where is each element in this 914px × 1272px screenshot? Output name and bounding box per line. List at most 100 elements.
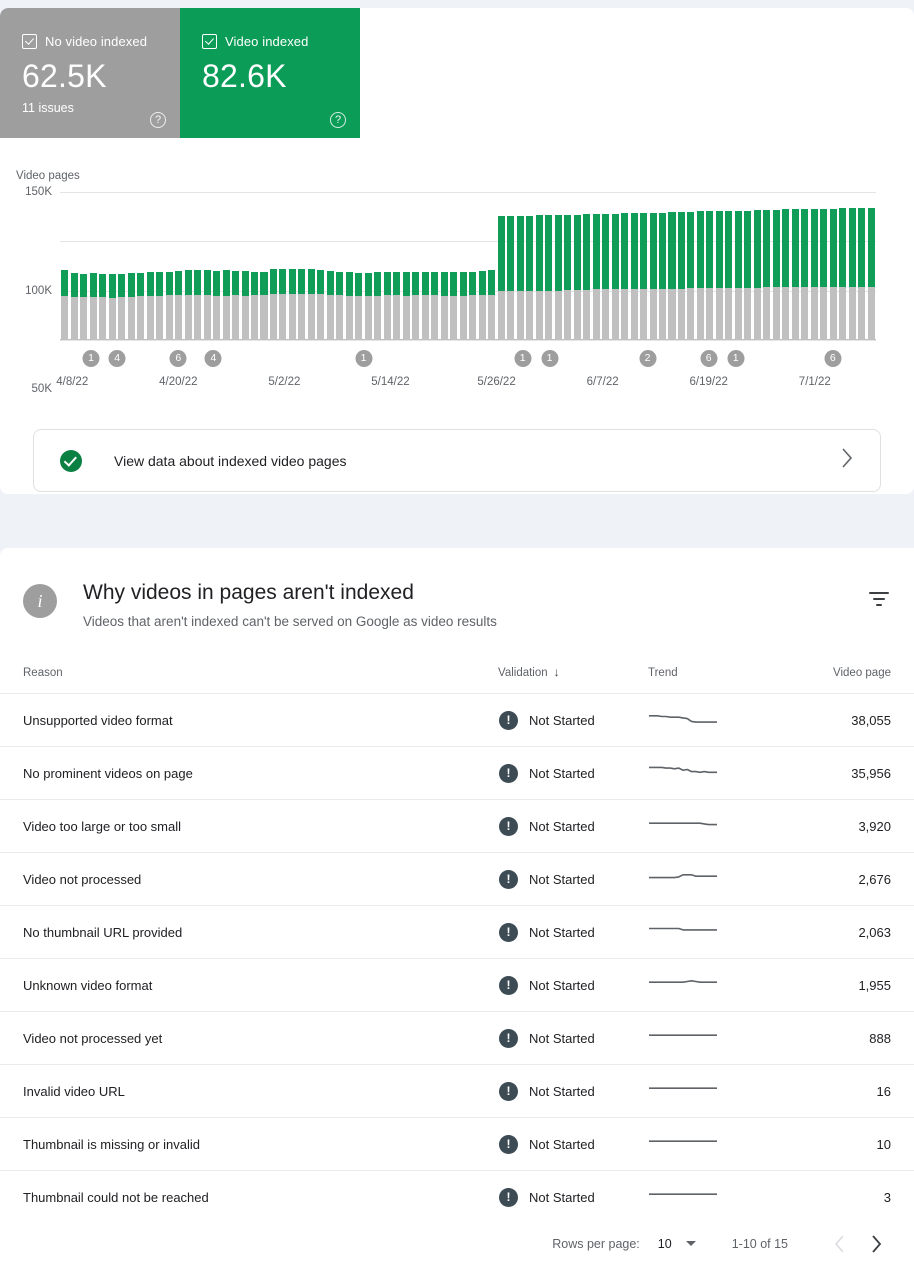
chart-bar[interactable] [526,216,533,340]
chart-bar[interactable] [564,215,571,340]
rows-per-page-select[interactable]: 10 [658,1237,696,1251]
chart-bar[interactable] [773,210,780,340]
chart-bar[interactable] [811,209,818,340]
chart-bar[interactable] [213,271,220,340]
summary-tile-video-indexed[interactable]: Video indexed 82.6K ? [180,8,360,138]
chart-bar[interactable] [308,269,315,340]
help-icon[interactable]: ? [150,112,166,128]
chart-bar[interactable] [792,209,799,340]
chart-bar[interactable] [422,272,429,340]
chart-bar[interactable] [716,211,723,340]
chart-bar[interactable] [99,274,106,340]
chart-bar[interactable] [232,271,239,340]
chart-annotation-badge[interactable]: 2 [639,350,656,367]
next-page-button[interactable] [858,1226,894,1262]
chart-bar[interactable] [374,272,381,340]
column-header-validation[interactable]: Validation↓ [498,665,648,694]
chart-bars[interactable] [60,192,876,340]
chart-annotation-badge[interactable]: 1 [727,350,744,367]
chart-bar[interactable] [498,216,505,340]
chart-bar[interactable] [536,215,543,340]
chart-bar[interactable] [678,212,685,340]
chart-bar[interactable] [327,271,334,340]
chart-bar[interactable] [460,272,467,340]
table-row[interactable]: Unknown video format!Not Started1,955 [0,959,914,1012]
checkbox-video-indexed[interactable] [202,34,217,49]
chart-bar[interactable] [109,274,116,340]
chart-bar[interactable] [545,215,552,340]
chart-bar[interactable] [450,272,457,340]
chart-bar[interactable] [242,271,249,340]
chart-bar[interactable] [431,272,438,340]
chart-bar[interactable] [849,208,856,340]
chart-annotation-badge[interactable]: 1 [83,350,100,367]
chart-bar[interactable] [574,215,581,340]
chart-bar[interactable] [612,214,619,340]
chart-bar[interactable] [289,269,296,340]
table-row[interactable]: Thumbnail is missing or invalid!Not Star… [0,1118,914,1171]
chart-bar[interactable] [830,209,837,340]
chart-bar[interactable] [137,273,144,340]
table-row[interactable]: No thumbnail URL provided!Not Started2,0… [0,906,914,959]
chart-bar[interactable] [640,213,647,340]
chart-bar[interactable] [754,210,761,340]
chart-bar[interactable] [118,274,125,340]
chart-bar[interactable] [650,213,657,340]
chart-bar[interactable] [147,272,154,340]
chart-bar[interactable] [593,214,600,340]
chart-bar[interactable] [71,273,78,340]
chart-bar[interactable] [583,214,590,340]
summary-tile-no-video-indexed[interactable]: No video indexed 62.5K 11 issues ? [0,8,180,138]
chart-bar[interactable] [270,269,277,340]
chart-bar[interactable] [61,270,68,340]
chart-bar[interactable] [128,273,135,340]
chart-bar[interactable] [346,272,353,340]
chart-bar[interactable] [336,272,343,340]
chart-bar[interactable] [185,270,192,340]
chart-bar[interactable] [687,212,694,340]
chart-bar[interactable] [659,213,666,340]
chart-bar[interactable] [441,272,448,340]
chart-bar[interactable] [735,211,742,340]
table-row[interactable]: Video too large or too small!Not Started… [0,800,914,853]
chart-bar[interactable] [393,272,400,340]
chart-annotation-badge[interactable]: 4 [205,350,222,367]
chart-bar[interactable] [279,269,286,340]
table-row[interactable]: No prominent videos on page!Not Started3… [0,747,914,800]
chart-bar[interactable] [858,208,865,340]
chart-bar[interactable] [298,269,305,340]
chart-bar[interactable] [517,216,524,340]
chart-bar[interactable] [868,208,875,340]
chart-annotation-badge[interactable]: 6 [170,350,187,367]
chart-bar[interactable] [507,216,514,340]
chart-annotation-badge[interactable]: 1 [514,350,531,367]
chart-annotation-badge[interactable]: 1 [355,350,372,367]
chart-bar[interactable] [820,209,827,340]
chart-bar[interactable] [384,272,391,340]
help-icon[interactable]: ? [330,112,346,128]
chart-annotation-badge[interactable]: 4 [109,350,126,367]
chart-bar[interactable] [697,211,704,340]
chart-bar[interactable] [175,271,182,340]
chart-bar[interactable] [763,210,770,340]
filter-icon[interactable] [867,592,891,614]
chart-bar[interactable] [725,211,732,340]
chart-bar[interactable] [744,211,751,340]
chart-bar[interactable] [631,213,638,340]
previous-page-button[interactable] [822,1226,858,1262]
chart-bar[interactable] [365,273,372,340]
column-header-video-page[interactable]: Video page [781,665,914,694]
chart-bar[interactable] [204,270,211,340]
chart-annotation-badge[interactable]: 1 [541,350,558,367]
chart-bar[interactable] [839,208,846,340]
column-header-reason[interactable]: Reason [0,665,498,694]
chart-bar[interactable] [260,272,267,340]
chart-bar[interactable] [156,272,163,340]
chart-annotation-badge[interactable]: 6 [700,350,717,367]
table-row[interactable]: Invalid video URL!Not Started16 [0,1065,914,1118]
chart-bar[interactable] [555,215,562,340]
chart-bar[interactable] [223,270,230,340]
chart-bar[interactable] [479,271,486,340]
chart-bar[interactable] [668,212,675,340]
chart-bar[interactable] [194,270,201,340]
